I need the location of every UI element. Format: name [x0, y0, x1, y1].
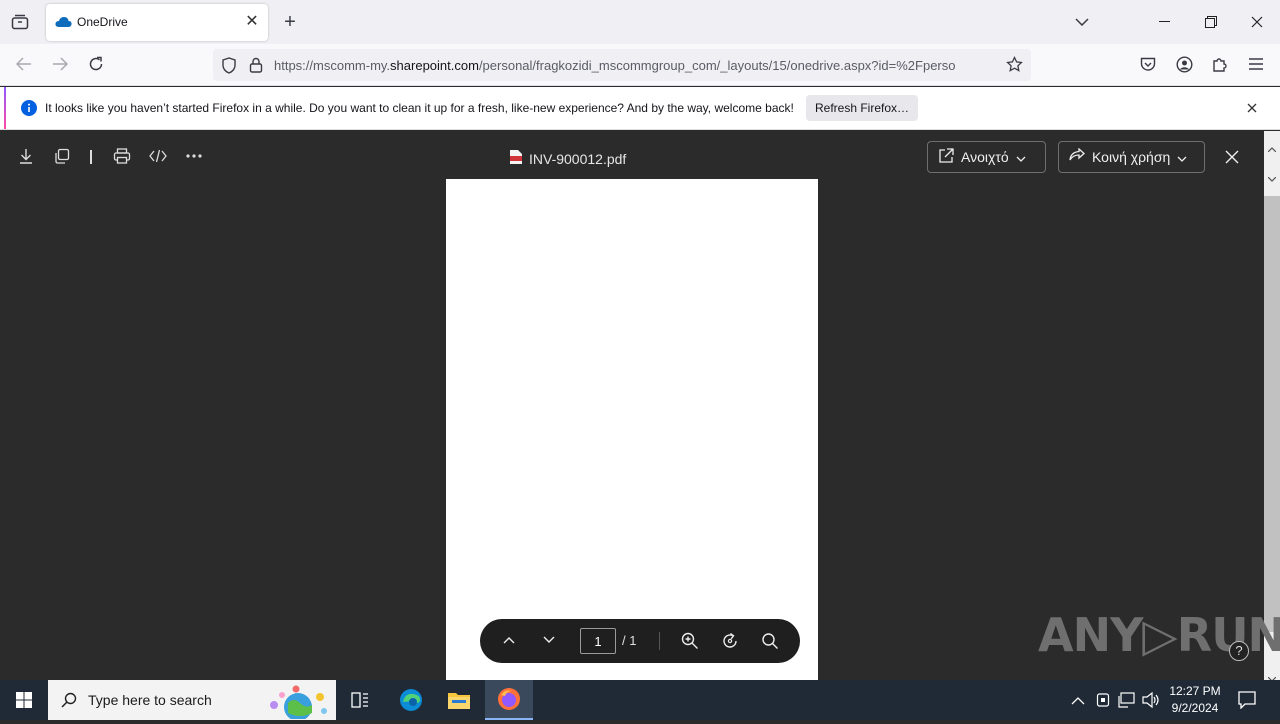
notification-message: It looks like you haven’t started Firefo…: [45, 101, 794, 115]
open-button[interactable]: Ανοιχτό: [927, 141, 1046, 173]
firefox-taskbar-icon[interactable]: [485, 680, 533, 720]
open-external-icon: [938, 147, 954, 167]
rotate-icon[interactable]: [721, 632, 739, 655]
download-icon[interactable]: [14, 144, 38, 168]
edge-browser-icon[interactable]: [387, 680, 435, 720]
chevron-down-icon: [1177, 149, 1187, 165]
page-scrollbar[interactable]: [1264, 131, 1280, 682]
document-title: INV-900012.pdf: [509, 149, 626, 168]
back-arrow-icon[interactable]: [10, 50, 38, 78]
address-bar[interactable]: https://mscomm-my.sharepoint.com/persona…: [213, 49, 1031, 81]
pocket-icon[interactable]: [1134, 50, 1162, 78]
onedrive-cloud-icon: [55, 15, 72, 33]
search-icon: [61, 692, 77, 713]
tray-chevron-up-icon[interactable]: [1071, 693, 1085, 711]
url-text[interactable]: https://mscomm-my.sharepoint.com/persona…: [274, 58, 998, 73]
notification-accent-stripe: [4, 87, 6, 129]
search-document-icon[interactable]: [761, 632, 779, 655]
pager-divider: [659, 632, 660, 650]
copy-icon[interactable]: [50, 144, 74, 168]
tab-close-icon[interactable]: ✕: [242, 12, 262, 32]
notifications-icon[interactable]: [1238, 691, 1256, 714]
extensions-puzzle-icon[interactable]: [1206, 50, 1234, 78]
share-button-label: Κοινή χρήση: [1092, 149, 1171, 165]
reload-icon[interactable]: [82, 50, 110, 78]
firefox-view-icon[interactable]: [6, 8, 34, 36]
windows-taskbar: Type here to search 12:27 PM 9/2/2024: [0, 680, 1280, 721]
forward-arrow-icon[interactable]: [46, 50, 74, 78]
tab-strip: OneDrive ✕ +: [0, 0, 1280, 44]
navigation-toolbar: https://mscomm-my.sharepoint.com/persona…: [0, 44, 1280, 86]
help-icon[interactable]: ?: [1229, 641, 1249, 661]
close-window-icon[interactable]: [1243, 8, 1271, 36]
scroll-up-arrow-icon[interactable]: [1267, 139, 1277, 157]
page-navigation-bar: 1 / 1: [480, 619, 800, 663]
next-page-icon[interactable]: [542, 633, 556, 652]
clock-date: 9/2/2024: [1171, 701, 1219, 715]
new-tab-button[interactable]: +: [276, 8, 304, 36]
taskbar-search-box[interactable]: Type here to search: [48, 680, 336, 721]
restore-icon[interactable]: [1197, 8, 1225, 36]
account-icon[interactable]: [1170, 50, 1198, 78]
share-icon: [1069, 147, 1085, 166]
toolbar-divider: [90, 150, 92, 164]
page-total: / 1: [622, 633, 637, 648]
embed-code-icon[interactable]: [146, 144, 170, 168]
open-button-label: Ανοιχτό: [961, 149, 1009, 165]
zoom-in-icon[interactable]: [681, 632, 699, 655]
search-highlight-globe-icon: [262, 683, 332, 724]
more-options-icon[interactable]: [182, 144, 206, 168]
minimize-icon[interactable]: [1151, 8, 1179, 36]
clock-time: 12:27 PM: [1169, 684, 1221, 698]
volume-icon[interactable]: [1142, 691, 1160, 713]
tracking-shield-icon[interactable]: [221, 57, 237, 79]
scroll-up-arrow-icon[interactable]: [1267, 169, 1277, 187]
refresh-firefox-button[interactable]: Refresh Firefox…: [806, 95, 918, 121]
firefox-refresh-notification: It looks like you haven’t started Firefo…: [0, 87, 1280, 130]
chevron-down-icon: [1016, 149, 1026, 165]
file-explorer-icon[interactable]: [435, 680, 483, 720]
close-viewer-icon[interactable]: [1220, 145, 1244, 169]
search-placeholder: Type here to search: [88, 692, 212, 708]
task-view-icon[interactable]: [336, 680, 384, 720]
scrollbar-thumb[interactable]: [1264, 196, 1280, 632]
windows-start-icon[interactable]: [0, 680, 48, 720]
tab-list-chevron-icon[interactable]: [1068, 8, 1096, 36]
menu-hamburger-icon[interactable]: [1242, 50, 1270, 78]
share-button[interactable]: Κοινή χρήση: [1058, 141, 1205, 173]
security-tray-icon[interactable]: [1096, 692, 1110, 713]
pdf-file-icon: [509, 149, 523, 168]
previous-page-icon[interactable]: [502, 633, 516, 652]
info-icon: [21, 100, 37, 121]
tab-onedrive[interactable]: OneDrive ✕: [46, 4, 268, 41]
pdf-page: [446, 179, 818, 680]
lock-icon[interactable]: [249, 57, 263, 78]
tab-title: OneDrive: [77, 15, 128, 29]
print-icon[interactable]: [110, 144, 134, 168]
network-icon[interactable]: [1118, 692, 1136, 713]
page-number-input[interactable]: 1: [580, 628, 616, 654]
pdf-viewer: INV-900012.pdf Ανοιχτό Κοινή χρήση 1 / 1: [0, 131, 1264, 680]
document-filename: INV-900012.pdf: [529, 150, 627, 167]
bookmark-star-icon[interactable]: [1006, 55, 1023, 78]
notification-close-icon[interactable]: [1246, 101, 1258, 119]
system-clock[interactable]: 12:27 PM 9/2/2024: [1164, 683, 1226, 717]
